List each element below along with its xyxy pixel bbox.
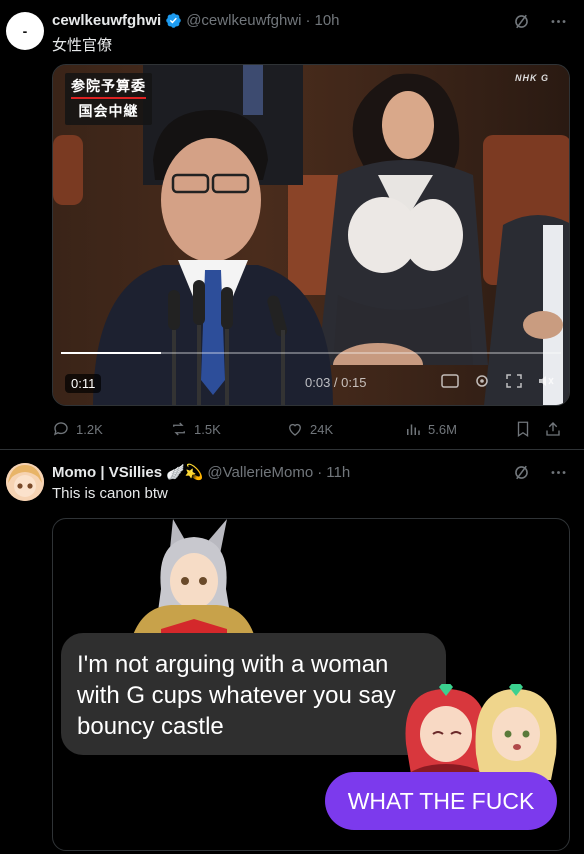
blonde-character xyxy=(475,684,557,780)
video-timecode: 0:03 / 0:15 xyxy=(305,375,367,390)
share-icon xyxy=(546,422,560,436)
tweet-actions: 1.2K 1.5K 24K 5.6M xyxy=(52,420,572,438)
meme-image[interactable]: I'm not arguing with a woman with G cups… xyxy=(52,518,570,851)
separator-dot: · xyxy=(305,12,311,29)
captions-icon[interactable] xyxy=(441,373,459,389)
view-count: 5.6M xyxy=(428,421,457,437)
avatar[interactable]: - xyxy=(6,12,44,50)
name-emoji: 🪽💫 xyxy=(166,464,204,481)
handle[interactable]: @VallerieMomo xyxy=(207,464,313,481)
repost-count: 1.5K xyxy=(194,421,221,437)
catgirl-character xyxy=(131,519,256,641)
reply-count: 1.2K xyxy=(76,421,103,437)
tweet-top-icons xyxy=(512,12,568,36)
repost-action[interactable]: 1.5K xyxy=(170,420,286,438)
settings-icon[interactable] xyxy=(473,373,491,389)
more-options-icon[interactable] xyxy=(549,463,568,487)
nhk-logo: NHK G xyxy=(515,73,549,83)
video-controls xyxy=(441,373,555,389)
tweet-header: cewlkeuwfghwi @cewlkeuwfghwi · 10h xyxy=(52,12,340,29)
tweet-text: This is canon btw xyxy=(52,485,168,502)
chat-bubble: I'm not arguing with a woman with G cups… xyxy=(61,633,446,755)
verified-badge-icon xyxy=(165,12,182,29)
tweet-1: - cewlkeuwfghwi @cewlkeuwfghwi · 10h 女性官… xyxy=(0,0,584,450)
anime-avatar-icon xyxy=(6,463,44,501)
handle[interactable]: @cewlkeuwfghwi xyxy=(186,12,301,29)
display-name[interactable]: cewlkeuwfghwi xyxy=(52,12,161,29)
grok-icon[interactable] xyxy=(512,463,531,487)
heart-icon xyxy=(289,423,301,436)
display-name[interactable]: Momo | VSillies xyxy=(52,464,162,481)
timestamp[interactable]: 10h xyxy=(314,12,339,29)
views-icon xyxy=(407,424,420,435)
more-options-icon[interactable] xyxy=(549,12,568,36)
timestamp[interactable]: 11h xyxy=(326,464,350,481)
like-count: 24K xyxy=(310,421,334,437)
like-action[interactable]: 24K xyxy=(286,420,404,438)
repost-icon xyxy=(173,422,185,436)
video-progress-fill xyxy=(61,352,161,354)
tweet-text: 女性官僚 xyxy=(52,37,113,54)
reply-bubble: WHAT THE FUCK xyxy=(325,772,557,830)
separator-dot: · xyxy=(317,463,323,481)
tweet-top-icons xyxy=(512,463,568,487)
bookmark-icon xyxy=(517,421,529,438)
fullscreen-icon[interactable] xyxy=(505,373,523,389)
video-elapsed: 0:11 xyxy=(65,374,102,393)
reply-icon xyxy=(53,422,68,436)
mute-icon[interactable] xyxy=(537,373,555,389)
caption-line-2: 国会中継 xyxy=(78,103,139,119)
views-action[interactable]: 5.6M xyxy=(404,420,514,438)
grok-icon[interactable] xyxy=(512,12,531,36)
tweet-header: Momo | VSillies 🪽💫 @VallerieMomo · 11h xyxy=(52,463,350,482)
caption-line-1: 参院予算委 xyxy=(71,76,146,99)
reply-action[interactable]: 1.2K xyxy=(52,420,170,438)
video-progress-bar[interactable] xyxy=(61,352,561,354)
tweet-2: Momo | VSillies 🪽💫 @VallerieMomo · 11h T… xyxy=(0,451,584,854)
avatar[interactable] xyxy=(6,463,44,501)
share-action[interactable] xyxy=(544,420,564,438)
video-player[interactable]: 参院予算委 国会中継 NHK G 0:11 0:03 / 0:15 xyxy=(52,64,570,406)
bookmark-action[interactable] xyxy=(514,420,544,438)
avatar-text: - xyxy=(22,23,28,39)
broadcast-caption: 参院予算委 国会中継 xyxy=(65,73,152,125)
